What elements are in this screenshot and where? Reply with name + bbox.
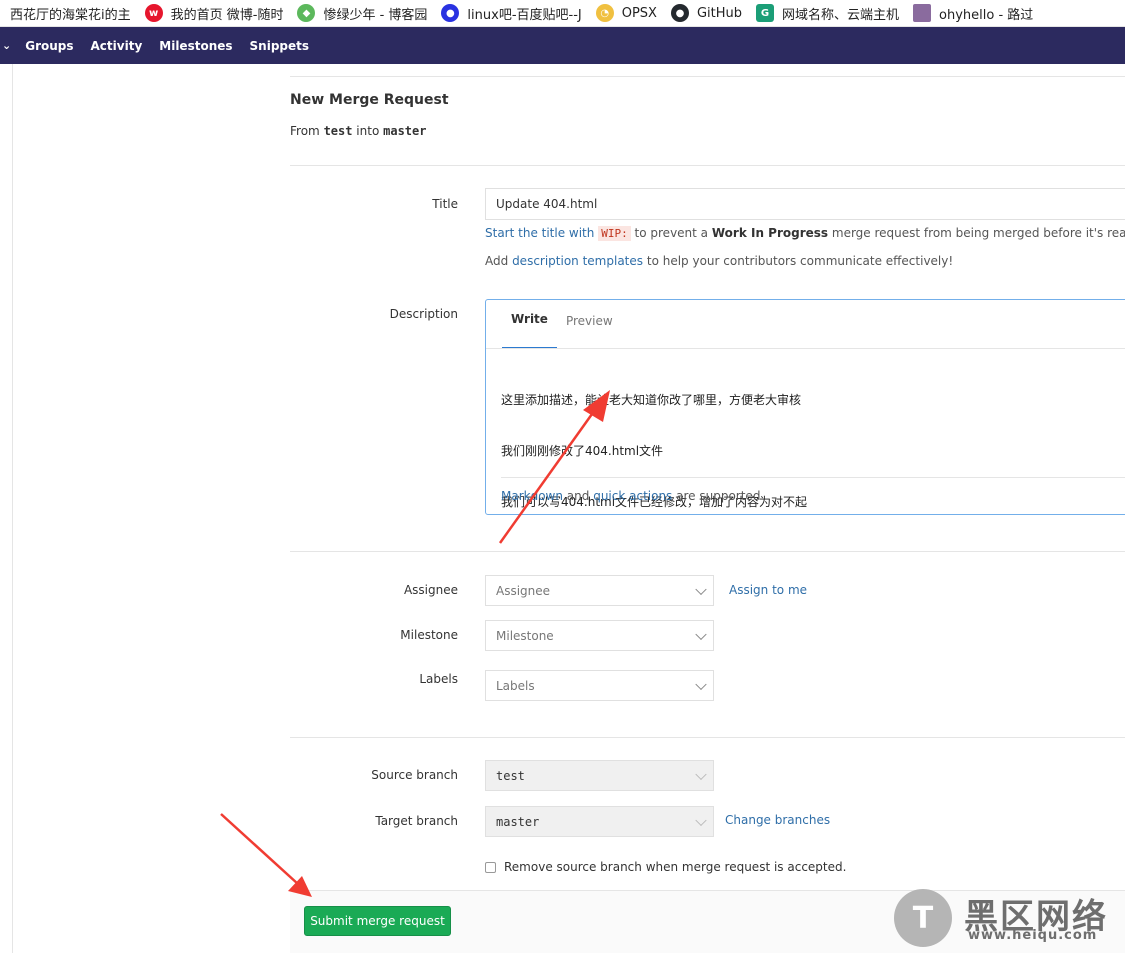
change-branches-link[interactable]: Change branches	[725, 813, 830, 827]
source-branch-value: test	[496, 768, 525, 783]
markdown-link[interactable]: Markdown	[501, 489, 563, 503]
opsx-icon: ◔	[595, 4, 614, 22]
watermark: T 黑区网络 www.heiqu.com	[892, 885, 1125, 953]
nav-milestones[interactable]: Milestones	[159, 39, 232, 53]
bookmark-label: 西花厅的海棠花i的主	[10, 7, 131, 23]
wip-middle-text: to prevent a	[634, 226, 709, 240]
bookmark-item[interactable]: ◆ 惨绿少年 - 博客园	[297, 4, 427, 23]
divider	[290, 737, 1125, 738]
milestone-dropdown[interactable]: Milestone	[485, 620, 714, 651]
sidebar-border	[12, 64, 13, 953]
bookmark-item[interactable]: w 我的首页 微博-随时	[144, 4, 284, 23]
bookmark-label: 我的首页 微博-随时	[170, 7, 284, 23]
chevron-down-icon	[695, 628, 707, 640]
target-branch-select: master	[485, 806, 714, 837]
divider	[501, 477, 1125, 478]
nav-groups[interactable]: Groups	[25, 39, 73, 53]
template-prefix: Add	[485, 254, 509, 268]
bookmark-label: 惨绿少年 - 博客园	[323, 7, 428, 23]
github-icon: ●	[670, 4, 689, 22]
remove-source-branch-checkbox[interactable]	[485, 862, 496, 873]
bookmark-label: 网域名称、云端主机	[782, 7, 900, 23]
divider	[290, 551, 1125, 552]
editor-tabs: Write Preview	[502, 300, 622, 349]
template-suffix: to help your contributors communicate ef…	[646, 254, 954, 268]
bookmark-label: linux吧-百度贴吧--J	[467, 7, 582, 23]
branch-summary: From test into master	[290, 124, 426, 138]
domain-icon: Ǥ	[756, 4, 775, 22]
description-line: 这里添加描述，能让老大知道你改了哪里，方便老大审核	[501, 393, 802, 407]
page-title: New Merge Request	[290, 92, 449, 108]
divider	[290, 76, 1125, 77]
description-textarea[interactable]: 这里添加描述，能让老大知道你改了哪里，方便老大审核 我们刚刚修改了404.htm…	[501, 358, 807, 545]
description-label: Description	[389, 307, 458, 321]
submit-merge-request-button[interactable]: Submit merge request	[304, 906, 451, 936]
wip-end-text: merge request from being merged before i…	[831, 226, 1125, 240]
markdown-hint: Markdown and quick actions are supported	[501, 489, 760, 503]
nav-activity[interactable]: Activity	[91, 39, 143, 53]
into-text: into	[356, 124, 380, 138]
chevron-down-icon	[695, 583, 707, 595]
top-navbar: ⌄ Groups Activity Milestones Snippets	[0, 27, 1125, 64]
supported-text: are supported	[676, 489, 761, 503]
target-branch-value: master	[496, 814, 540, 829]
divider	[486, 348, 1125, 349]
wip-link[interactable]: Start the title with	[485, 226, 594, 240]
bookmark-label: GitHub	[696, 5, 743, 21]
assignee-placeholder: Assignee	[496, 583, 551, 598]
title-label: Title	[432, 197, 458, 211]
labels-placeholder: Labels	[496, 678, 535, 693]
milestone-label: Milestone	[400, 628, 458, 642]
bookmark-item[interactable]: ● GitHub	[670, 4, 743, 22]
tab-preview[interactable]: Preview	[557, 314, 622, 349]
description-line: 我们刚刚修改了404.html文件	[501, 444, 664, 458]
chevron-down-icon	[695, 814, 707, 826]
from-text: From	[290, 124, 320, 138]
target-branch-label: Target branch	[375, 814, 458, 828]
wip-hint: Start the title with WIP: to prevent a W…	[485, 226, 1125, 241]
chevron-down-icon	[695, 768, 707, 780]
labels-label: Labels	[419, 672, 458, 686]
template-hint: Add description templates to help your c…	[485, 254, 953, 268]
wip-code: WIP:	[598, 226, 631, 241]
bookmark-item[interactable]: 西花厅的海棠花i的主	[10, 4, 131, 23]
baidu-paw-icon: ●	[441, 4, 460, 22]
nav-snippets[interactable]: Snippets	[250, 39, 310, 53]
assign-to-me-link[interactable]: Assign to me	[729, 583, 807, 597]
avatar-icon	[913, 4, 932, 22]
chevron-down-icon[interactable]: ⌄	[2, 39, 11, 52]
bookmarks-bar: 西花厅的海棠花i的主 w 我的首页 微博-随时 ◆ 惨绿少年 - 博客园 ● l…	[0, 0, 1125, 27]
watermark-logo-icon: T	[894, 889, 952, 947]
quick-actions-link[interactable]: quick actions	[593, 489, 672, 503]
source-branch-name: test	[323, 124, 353, 138]
bookmark-item[interactable]: ● linux吧-百度贴吧--J	[441, 4, 582, 23]
bookmark-label: OPSX	[621, 5, 657, 21]
watermark-url: www.heiqu.com	[968, 928, 1098, 943]
assignee-dropdown[interactable]: Assignee	[485, 575, 714, 606]
frog-icon: ◆	[297, 4, 316, 22]
milestone-placeholder: Milestone	[496, 628, 554, 643]
assignee-label: Assignee	[403, 583, 458, 597]
and-text: and	[566, 489, 590, 503]
description-editor[interactable]: Write Preview 这里添加描述，能让老大知道你改了哪里，方便老大审核 …	[485, 299, 1125, 515]
labels-dropdown[interactable]: Labels	[485, 670, 714, 701]
wip-bold-text: Work In Progress	[711, 226, 829, 240]
chevron-down-icon	[695, 678, 707, 690]
tab-write[interactable]: Write	[502, 312, 557, 349]
target-branch-name: master	[383, 124, 427, 138]
bookmark-item[interactable]: ◔ OPSX	[595, 4, 657, 22]
weibo-icon: w	[144, 4, 163, 22]
source-branch-label: Source branch	[371, 768, 458, 782]
divider	[290, 165, 1125, 166]
source-branch-select: test	[485, 760, 714, 791]
bookmark-item[interactable]: ohyhello - 路过	[913, 4, 1033, 23]
title-input[interactable]: Update 404.html	[485, 188, 1125, 220]
bookmark-item[interactable]: Ǥ 网域名称、云端主机	[756, 4, 899, 23]
description-templates-link[interactable]: description templates	[512, 254, 643, 268]
remove-source-branch-label[interactable]: Remove source branch when merge request …	[504, 860, 846, 874]
bookmark-label: ohyhello - 路过	[939, 7, 1034, 23]
